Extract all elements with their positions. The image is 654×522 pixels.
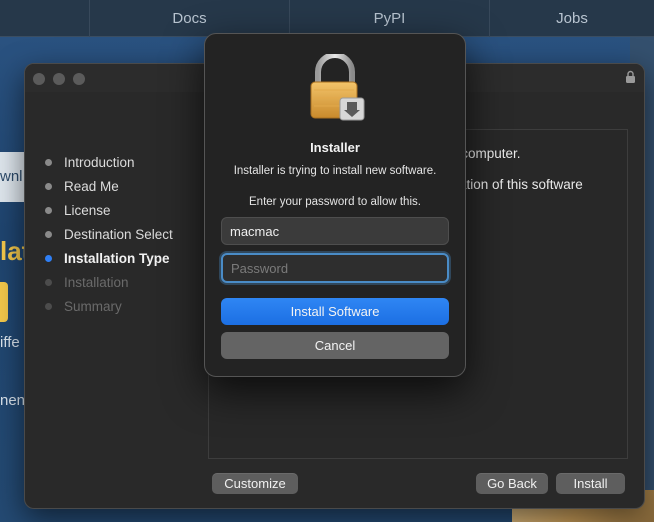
- step-destination-select: Destination Select: [45, 222, 173, 246]
- step-label: Summary: [64, 298, 122, 314]
- customize-button[interactable]: Customize: [212, 473, 298, 494]
- step-label: Installation: [64, 274, 129, 290]
- nav-item-jobs[interactable]: Jobs: [489, 0, 654, 37]
- dialog-message: Installer is trying to install new softw…: [233, 165, 437, 177]
- password-field[interactable]: [221, 253, 449, 283]
- step-installation: Installation: [45, 270, 173, 294]
- username-field[interactable]: [221, 217, 449, 245]
- step-dot-active: [45, 254, 52, 262]
- step-label: Destination Select: [64, 226, 173, 242]
- lock-icon: [626, 70, 635, 83]
- step-summary: Summary: [45, 294, 173, 318]
- go-back-button[interactable]: Go Back: [476, 473, 548, 494]
- step-license: License: [45, 198, 173, 222]
- nav-item-docs[interactable]: Docs: [89, 0, 289, 37]
- nav-item-blank[interactable]: [0, 0, 89, 37]
- step-dot: [45, 206, 52, 214]
- step-installation-type: Installation Type: [45, 246, 173, 270]
- website-text-fragment: iffe: [0, 334, 20, 351]
- step-label: Read Me: [64, 178, 119, 194]
- step-dot: [45, 230, 52, 238]
- dialog-prompt: Enter your password to allow this.: [249, 196, 421, 208]
- step-label: Installation Type: [64, 250, 170, 266]
- website-partial-text: wnl: [0, 168, 23, 185]
- step-dot: [45, 302, 52, 310]
- zoom-window-button[interactable]: [73, 73, 85, 85]
- step-dot: [45, 278, 52, 286]
- step-label: License: [64, 202, 111, 218]
- minimize-window-button[interactable]: [53, 73, 65, 85]
- website-nav-bar: Docs PyPI Jobs: [0, 0, 654, 37]
- close-window-button[interactable]: [33, 73, 45, 85]
- content-text-line: llation of this software: [453, 177, 583, 192]
- install-button[interactable]: Install: [556, 473, 625, 494]
- step-label: Introduction: [64, 154, 135, 170]
- step-read-me: Read Me: [45, 174, 173, 198]
- website-download-panel: wnl: [0, 152, 26, 202]
- install-software-button[interactable]: Install Software: [221, 298, 449, 325]
- nav-item-pypi[interactable]: PyPI: [289, 0, 489, 37]
- authentication-dialog: Installer Installer is trying to install…: [204, 33, 466, 377]
- website-download-button[interactable]: [0, 282, 8, 322]
- cancel-button[interactable]: Cancel: [221, 332, 449, 359]
- step-dot: [45, 182, 52, 190]
- step-introduction: Introduction: [45, 150, 173, 174]
- padlock-icon: [310, 54, 365, 121]
- dialog-title: Installer: [310, 140, 360, 155]
- installer-steps-sidebar: Introduction Read Me License Destination…: [45, 150, 173, 318]
- step-dot: [45, 158, 52, 166]
